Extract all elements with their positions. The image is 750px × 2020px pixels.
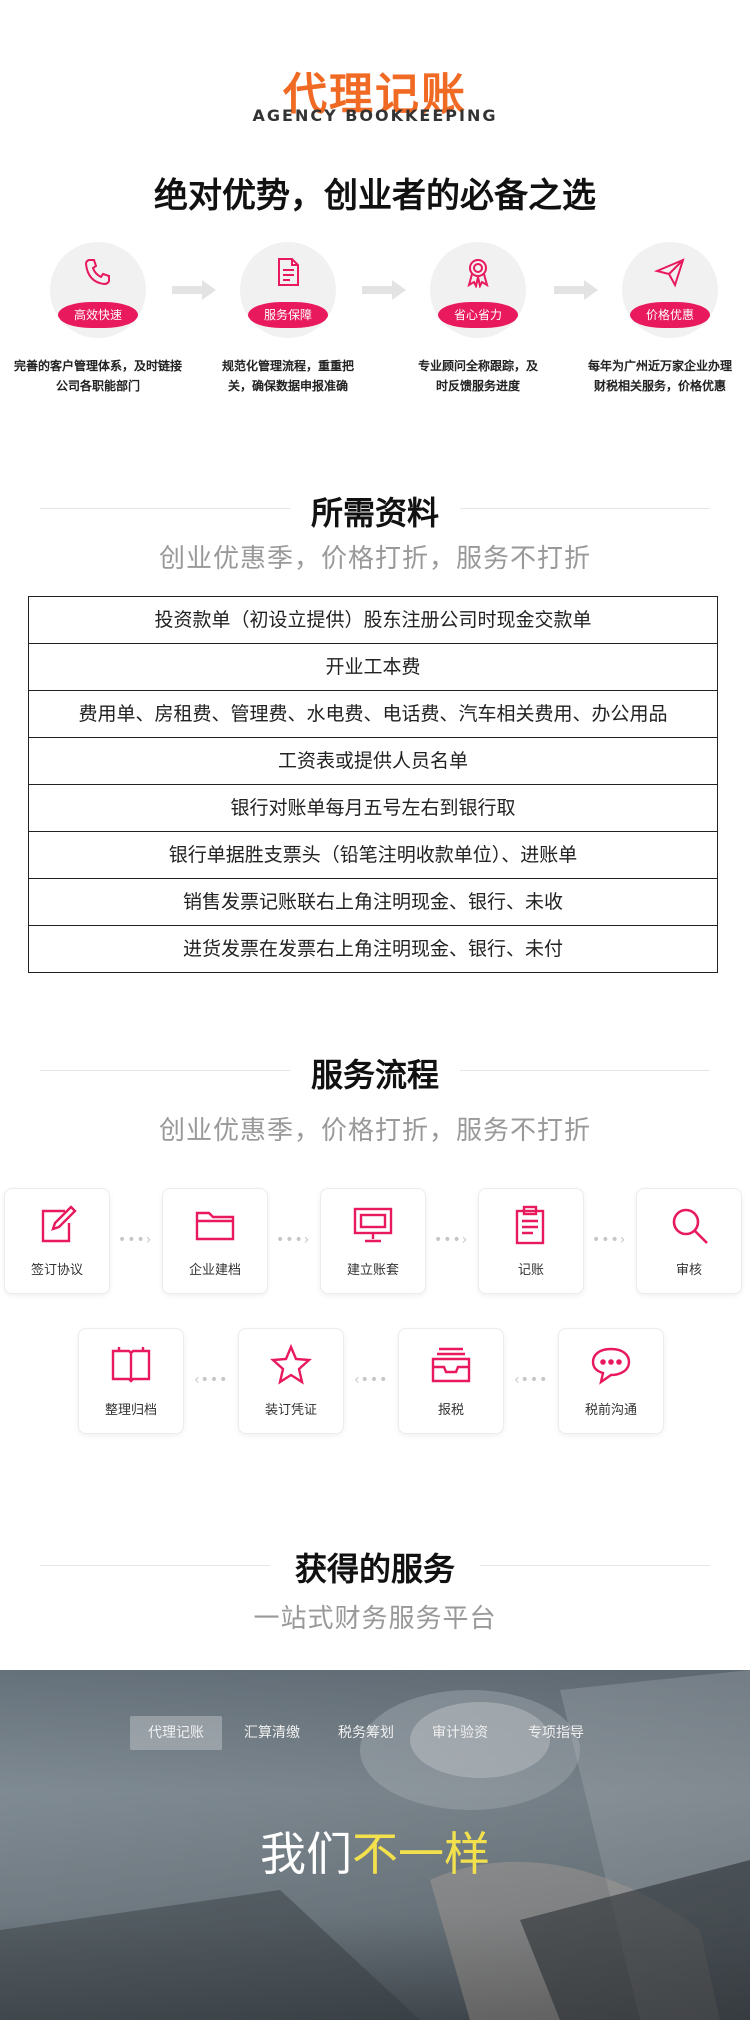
- process-step-label: 签订协议: [30, 1263, 83, 1278]
- document-icon: [278, 258, 299, 286]
- process-step-review: 审核: [636, 1188, 742, 1294]
- search-icon: [672, 1208, 708, 1244]
- main-subtitle: AGENCY BOOKKEEPING: [252, 106, 498, 125]
- process-arrow: ‹•••: [354, 1372, 389, 1388]
- advantages-heading: 绝对优势，创业者的必备之选: [154, 176, 596, 216]
- process-step-label: 记账: [517, 1263, 544, 1278]
- materials-subtitle: 创业优惠季，价格打折，服务不打折: [158, 544, 591, 574]
- process-step-label: 建立账套: [346, 1263, 399, 1278]
- send-icon: [654, 258, 685, 288]
- book-icon: [111, 1347, 151, 1383]
- table-row: 工资表或提供人员名单: [29, 738, 717, 785]
- banner-slogan: 我们不一样: [0, 1818, 750, 1884]
- advantage-description: 每年为广州近万家企业办理 财税相关服务，价格优惠: [587, 359, 732, 393]
- process-step-enterprise-file: 企业建档: [162, 1188, 268, 1294]
- advantage-badge: 价格优惠: [630, 302, 710, 328]
- table-row: 开业工本费: [29, 644, 717, 691]
- process-arrow: •••›: [434, 1232, 469, 1248]
- table-row: 销售发票记账联右上角注明现金、银行、未收: [29, 879, 717, 926]
- services-title: 获得的服务: [294, 1550, 455, 1588]
- table-row: 投资款单（初设立提供）股东注册公司时现金交款单: [29, 597, 717, 644]
- services-subtitle: 一站式财务服务平台: [253, 1604, 497, 1634]
- materials-title: 所需资料: [310, 494, 439, 532]
- arrow-right-icon: [554, 280, 598, 300]
- advantage-description: 专业顾问全称跟踪，及 时反馈服务进度: [417, 359, 538, 393]
- process-arrow: •••›: [592, 1232, 627, 1248]
- slogan-white-part: 我们: [260, 1827, 352, 1881]
- award-icon: [467, 259, 489, 288]
- tab-tax-planning[interactable]: 税务筹划: [320, 1716, 412, 1750]
- tab-final-settlement[interactable]: 汇算清缴: [226, 1716, 318, 1750]
- process-title: 服务流程: [310, 1056, 439, 1094]
- table-row: 进货发票在发票右上角注明现金、银行、未付: [182, 938, 563, 960]
- advantage-badge: 服务保障: [248, 302, 328, 328]
- phone-icon: [84, 259, 110, 286]
- slogan-yellow-part: 不一样: [352, 1827, 490, 1881]
- table-row: 费用单、房租费、管理费、水电费、电话费、汽车相关费用、办公用品: [29, 691, 717, 738]
- advantage-item-price: 价格优惠: [622, 242, 718, 338]
- advantage-item-guarantee: 服务保障: [240, 242, 336, 338]
- folder-icon: [195, 1211, 235, 1241]
- process-arrow: •••›: [276, 1232, 311, 1248]
- process-step-label: 企业建档: [188, 1263, 241, 1278]
- tab-audit-capital-verification[interactable]: 审计验资: [414, 1716, 506, 1750]
- tab-special-guidance[interactable]: 专项指导: [510, 1716, 602, 1750]
- process-step-sign-agreement: 签订协议: [4, 1188, 110, 1294]
- tab-agency-bookkeeping[interactable]: 代理记账: [130, 1716, 222, 1750]
- advantage-description: 完善的客户管理体系，及时链接 公司各职能部门: [13, 359, 182, 393]
- process-step-tax-filing: 报税: [398, 1328, 504, 1434]
- advantage-item-easy: 省心省力: [430, 242, 526, 338]
- inbox-icon: [431, 1347, 471, 1383]
- process-subtitle: 创业优惠季，价格打折，服务不打折: [158, 1116, 591, 1146]
- edit-icon: [41, 1205, 77, 1243]
- arrow-right-icon: [172, 280, 216, 300]
- advantage-badge: 省心省力: [438, 302, 518, 328]
- process-step-label: 审核: [675, 1263, 702, 1278]
- process-step-account-setup: 建立账套: [320, 1188, 426, 1294]
- advantage-badge: 高效快速: [58, 302, 138, 328]
- process-step-pre-tax-communication: 税前沟通: [558, 1328, 664, 1434]
- table-row: 银行单据胜支票头（铅笔注明收款单位）、进账单: [29, 832, 717, 879]
- advantage-description: 规范化管理流程，重重把 关，确保数据申报准确: [221, 359, 354, 393]
- process-step-bookkeeping: 记账: [478, 1188, 584, 1294]
- advantage-item-fast: 高效快速: [50, 242, 146, 338]
- services-banner: 代理记账 汇算清缴 税务筹划 审计验资 专项指导 我们不一样: [0, 1670, 750, 2020]
- star-icon: [270, 1343, 312, 1385]
- process-step-label: 税前沟通: [584, 1403, 637, 1418]
- process-step-archive: 整理归档: [78, 1328, 184, 1434]
- process-arrow: ‹•••: [514, 1372, 549, 1388]
- process-arrow: ‹•••: [194, 1372, 229, 1388]
- materials-table: 投资款单（初设立提供）股东注册公司时现金交款单 开业工本费 费用单、房租费、管理…: [28, 596, 718, 973]
- process-step-label: 整理归档: [104, 1403, 157, 1418]
- arrow-right-icon: [362, 280, 406, 300]
- clipboard-icon: [515, 1205, 545, 1245]
- monitor-icon: [353, 1207, 393, 1243]
- chat-icon: [591, 1347, 631, 1385]
- process-step-bind-vouchers: 装订凭证: [238, 1328, 344, 1434]
- process-step-label: 装订凭证: [264, 1403, 317, 1418]
- table-row: 银行对账单每月五号左右到银行取: [29, 785, 717, 832]
- process-step-label: 报税: [437, 1403, 464, 1418]
- process-arrow: •••›: [118, 1232, 153, 1248]
